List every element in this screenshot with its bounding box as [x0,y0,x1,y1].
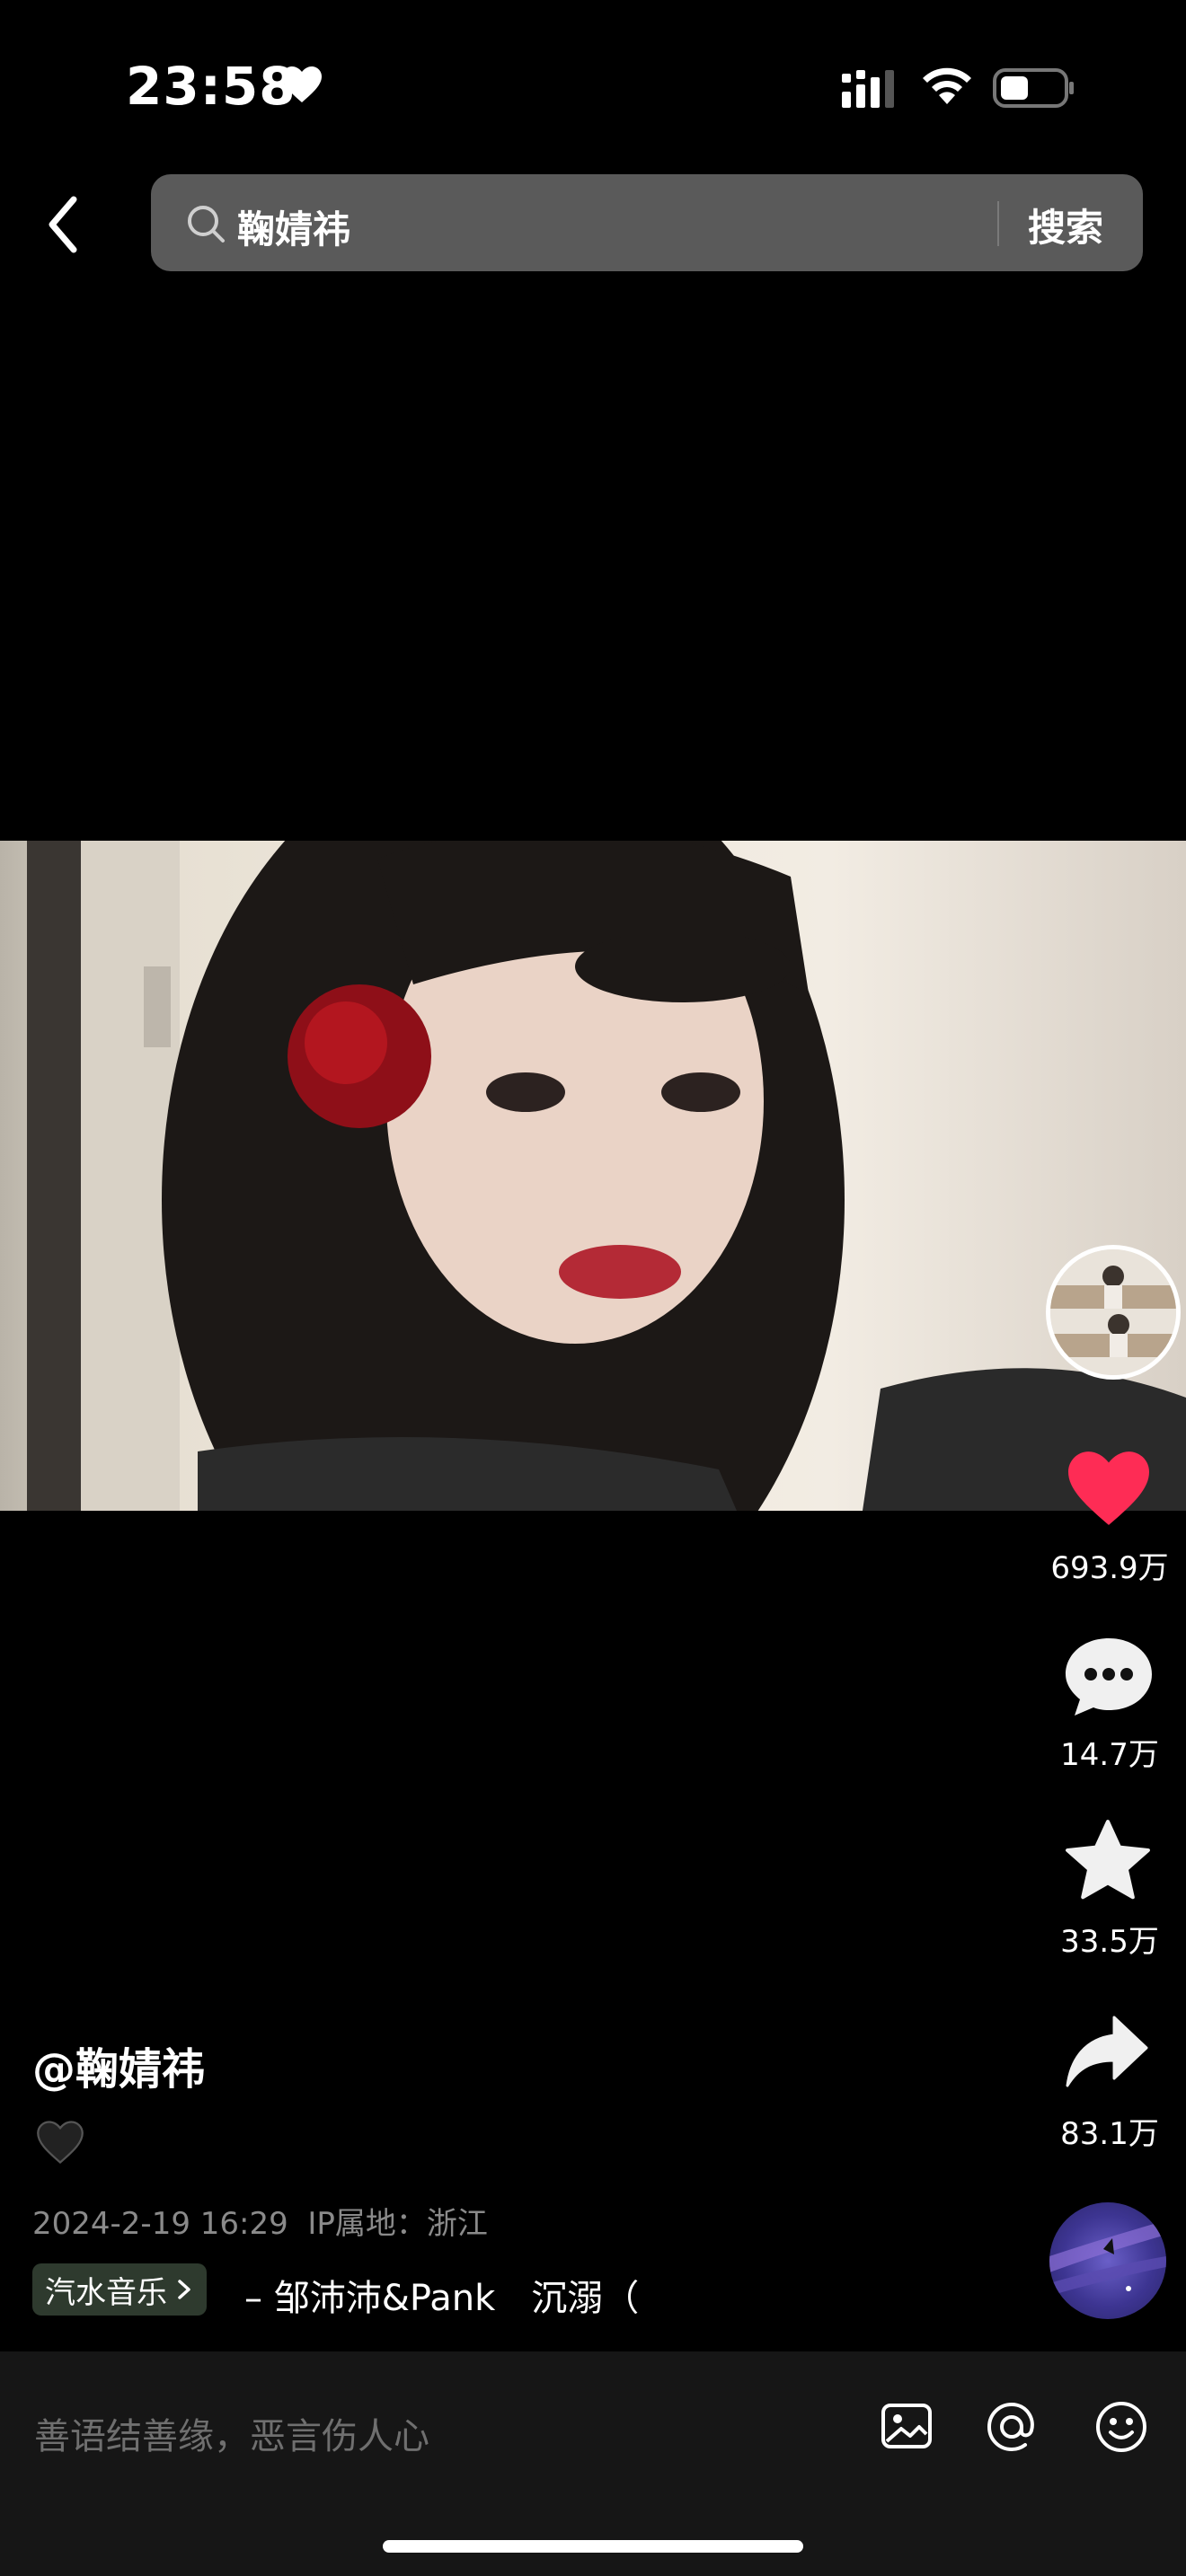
comment-button[interactable] [1062,1633,1155,1723]
author-name[interactable]: @鞠婧祎 [32,2033,205,2096]
emoji-button[interactable] [1093,2398,1150,2459]
share-arrow-icon [1066,2016,1148,2087]
music-title[interactable]: – 邹沛沛&Pank 沉溺（ [244,2269,639,2321]
like-button[interactable] [1064,1448,1154,1532]
favorite-count: 33.5万 [1060,1924,1159,1960]
image-button[interactable] [879,2398,934,2457]
search-icon [185,203,226,248]
back-button[interactable] [36,189,90,260]
comment-input[interactable]: 善语结善缘，恶言伤人心 [34,2407,429,2459]
star-icon [1066,1820,1150,1900]
cellular-signal-icon [840,70,903,113]
search-button[interactable]: 搜索 [1028,198,1103,252]
avatar-image [1050,1249,1176,1375]
comment-bubble-icon [1066,1638,1152,1716]
home-indicator[interactable] [383,2540,803,2553]
post-date: 2024-2-19 16:29 [32,2206,288,2242]
comment-count: 14.7万 [1060,1737,1159,1773]
author-avatar[interactable] [1046,1245,1181,1380]
music-cover-icon [1049,2220,1166,2296]
video-player[interactable] [0,841,1186,1511]
at-sign-icon [987,2402,1034,2452]
chevron-right-icon [178,2280,190,2299]
music-disc[interactable] [1049,2202,1166,2319]
post-meta: 2024-2-19 16:29 IP属地：浙江 [32,2199,488,2243]
battery-icon [993,66,1075,113]
heart-icon [1068,1451,1149,1525]
favorite-button[interactable] [1064,1818,1152,1906]
music-app-tag[interactable]: 汽水音乐 [32,2263,207,2316]
search-query: 鞠婧祎 [237,207,351,251]
status-time: 23:58 [126,56,296,117]
search-divider [997,201,999,246]
share-button[interactable] [1064,2012,1150,2096]
like-count: 693.9万 [1050,1550,1169,1586]
wifi-icon [919,63,975,110]
image-icon [881,2404,932,2448]
smiley-icon [1096,2402,1146,2452]
share-count: 83.1万 [1060,2116,1159,2152]
black-heart-icon [36,2120,84,2168]
music-tag-label: 汽水音乐 [45,2274,167,2311]
mention-button[interactable] [983,2398,1040,2459]
heart-status-icon [280,65,323,108]
chevron-left-icon [49,196,77,253]
video-frame-image [27,841,1186,1511]
ip-location: IP属地：浙江 [307,2206,488,2242]
